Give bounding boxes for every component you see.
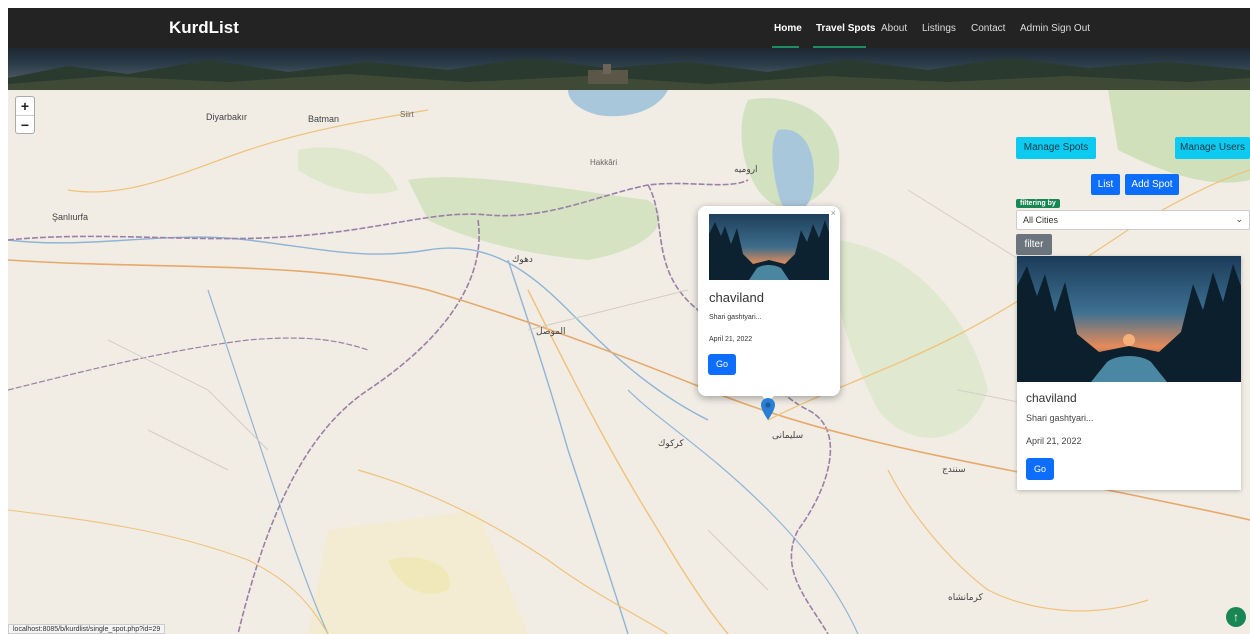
nav-admin-sign-out[interactable]: Admin Sign Out (1020, 23, 1090, 34)
nav-about[interactable]: About (881, 23, 907, 34)
filter-button[interactable]: filter (1016, 234, 1052, 255)
zoom-control: + − (15, 96, 35, 134)
city-select[interactable]: All Cities ⌄ (1016, 210, 1250, 230)
top-navbar: KurdList Home Travel Spots About Listing… (8, 8, 1250, 49)
nav-home[interactable]: Home (774, 23, 802, 34)
map-label-duhok: دهوك (512, 254, 533, 264)
city-select-value: All Cities (1023, 215, 1059, 225)
status-bar-url: localhost:8085/b/kurdlist/single_spot.ph… (8, 624, 166, 634)
map-label-urmia: ارومیه (734, 164, 758, 174)
map-marker-icon[interactable] (761, 398, 775, 420)
card-description: Shari gashtyari... (1026, 413, 1094, 423)
popup-go-button[interactable]: Go (708, 354, 736, 375)
card-date: April 21, 2022 (1026, 436, 1082, 446)
zoom-out-button[interactable]: − (16, 115, 34, 133)
map-popup: × chaviland Shari gashtyari... April 21,… (698, 206, 840, 402)
nav-listings[interactable]: Listings (922, 23, 956, 34)
card-go-button[interactable]: Go (1026, 458, 1054, 480)
close-icon[interactable]: × (831, 208, 836, 218)
map-label-kirkuk: كركوك (658, 438, 684, 448)
popup-description: Shari gashtyari... (709, 314, 762, 321)
add-spot-button[interactable]: Add Spot (1125, 174, 1179, 195)
filtering-badge: filtering by (1016, 199, 1060, 208)
card-spot-image[interactable] (1017, 256, 1241, 382)
chevron-down-icon: ⌄ (1235, 214, 1243, 224)
map-label-sanliurfa: Şanlıurfa (52, 212, 89, 222)
browser-viewport: KurdList Home Travel Spots About Listing… (8, 8, 1250, 634)
nav-travel-spots[interactable]: Travel Spots (816, 23, 875, 34)
mountain-banner-image (8, 58, 1250, 90)
map-label-kermanshah: كرمانشاه (948, 592, 983, 602)
popup-title: chaviland (709, 290, 764, 305)
hero-banner (8, 48, 1250, 90)
popup-spot-image (709, 214, 829, 280)
manage-users-button[interactable]: Manage Users (1175, 137, 1250, 159)
map-label-sulaymaniyah: سليمانى (772, 430, 804, 440)
map-label-batman: Batman (308, 114, 340, 124)
popup-date: April 21, 2022 (709, 336, 753, 343)
list-button[interactable]: List (1091, 174, 1120, 195)
brand-logo[interactable]: KurdList (169, 18, 239, 38)
map-label-siirt: Siirt (400, 110, 414, 119)
map-label-mosul: الموصل (536, 326, 566, 336)
map-label-sanandaj: سنندج (942, 464, 966, 474)
spot-card: chaviland Shari gashtyari... April 21, 2… (1017, 256, 1241, 490)
map-label-diyarbakir: Diyarbakır (206, 112, 248, 122)
zoom-in-button[interactable]: + (16, 97, 34, 115)
manage-spots-button[interactable]: Manage Spots (1016, 137, 1096, 159)
map-label-hakkari: Hakkâri (590, 158, 618, 167)
card-title: chaviland (1026, 391, 1077, 405)
nav-contact[interactable]: Contact (971, 23, 1005, 34)
arrow-up-icon[interactable]: ↑ (1226, 607, 1246, 627)
